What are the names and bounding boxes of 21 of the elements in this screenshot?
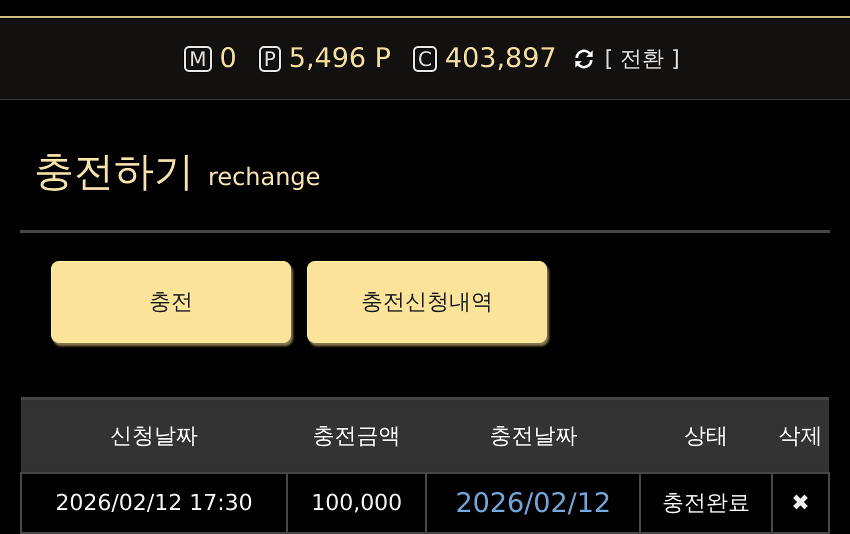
menu-button[interactable]: 충전신청내역 <box>307 261 547 343</box>
currency-badge: P <box>258 46 281 72</box>
page-subtitle: rechange <box>208 163 320 191</box>
menu-button[interactable]: 충전 <box>51 261 291 343</box>
column-header: 충전금액 <box>287 398 426 473</box>
switch-link[interactable]: [ 전환 ] <box>604 44 680 74</box>
page-title: 충전하기 <box>34 148 194 197</box>
column-header: 상태 <box>640 398 772 473</box>
table-cell: 2026/02/12 17:30 <box>21 473 288 533</box>
table-cell: 충전완료 <box>640 473 772 533</box>
column-header: 신청날짜 <box>21 398 288 473</box>
table-cell: 100,000 <box>287 473 426 533</box>
column-header: 충전날짜 <box>426 398 640 473</box>
balance-amount: 5,496 P <box>288 43 391 74</box>
balance-amount: 403,897 <box>444 43 557 74</box>
balance-amount: 0 <box>220 43 237 74</box>
delete-button[interactable]: ✖ <box>772 473 829 533</box>
table-cell: 2026/02/12 <box>426 473 640 533</box>
currency-badge: M <box>184 46 212 72</box>
currency-badge: C <box>412 46 437 72</box>
column-header: 삭제 <box>772 398 829 473</box>
